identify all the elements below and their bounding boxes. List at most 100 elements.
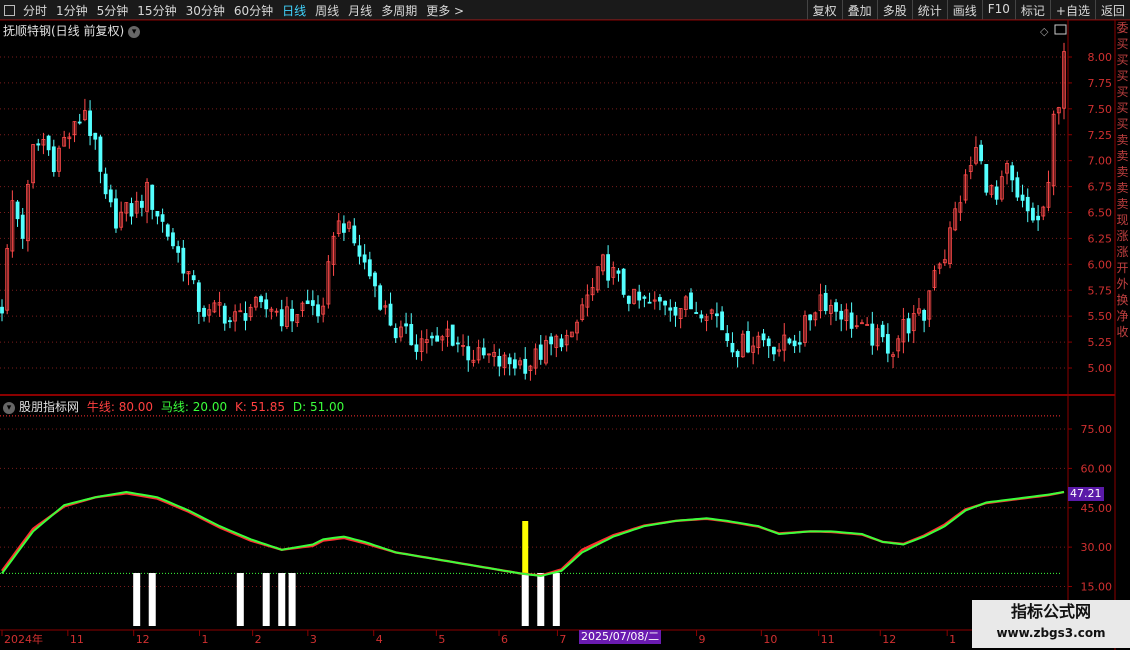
x-tick-label: 12 [882, 633, 896, 646]
candle-body [538, 344, 543, 360]
candle-body [222, 305, 227, 324]
candle-body [243, 313, 248, 321]
side-label: 买 [1116, 69, 1129, 83]
candle-body [393, 327, 398, 339]
candle-body [725, 333, 730, 342]
x-tick-label: 1 [949, 633, 956, 646]
candle-body [435, 335, 440, 342]
x-tick-label: 3 [310, 633, 317, 646]
candle-body [559, 338, 564, 348]
price-tick-label: 7.75 [1088, 77, 1113, 90]
candle-body [994, 186, 999, 200]
candle-body [497, 356, 502, 367]
x-tick-label: 4 [376, 633, 383, 646]
candle-body [839, 310, 844, 320]
candle-body [264, 299, 269, 310]
candle-body [378, 285, 383, 310]
x-tick-label: 2024年 [4, 632, 43, 646]
candle-body [51, 146, 56, 173]
candle-body [352, 225, 357, 244]
indicator-tick-label: 30.00 [1081, 541, 1113, 554]
side-label: 买 [1116, 37, 1129, 51]
candle-body [1031, 207, 1035, 221]
candle-body [922, 309, 927, 321]
candle-body [0, 306, 4, 314]
candle-body [663, 300, 668, 306]
price-tick-label: 8.00 [1088, 51, 1113, 64]
side-label: 买 [1116, 53, 1129, 67]
candle-body [668, 307, 673, 311]
candle-body [466, 346, 471, 361]
x-tick-label: 10 [763, 633, 777, 646]
crosshair-date-tag: 2025/07/08/二 [579, 630, 662, 644]
candle-body [362, 254, 367, 263]
signal-bar-white [552, 573, 560, 626]
candle-body [616, 270, 621, 274]
x-tick-label: 7 [559, 633, 566, 646]
candle-body [176, 246, 181, 253]
candle-body [228, 320, 232, 323]
side-label: 净 [1116, 309, 1129, 323]
k-value: K: 51.85 [234, 400, 286, 414]
candle-body [823, 292, 828, 311]
candle-body [404, 323, 408, 327]
horse-line-value: 马线: 20.00 [160, 400, 228, 414]
candle-body [621, 268, 626, 295]
side-label: 卖 [1116, 165, 1129, 179]
candle-body [191, 275, 196, 281]
candle-body [279, 309, 284, 327]
candle-body [93, 132, 98, 140]
diamond-icon: ◇ [1040, 25, 1049, 38]
x-tick-label: 5 [438, 633, 445, 646]
candle-body [455, 342, 460, 345]
quote-side-panel: 委买买买买买买卖卖卖卖卖现涨涨开外换净收 [1115, 20, 1130, 390]
price-tick-label: 7.00 [1088, 155, 1113, 168]
candle-body [694, 312, 699, 314]
indicator-tick-label: 75.00 [1081, 423, 1113, 436]
side-label: 收 [1116, 325, 1129, 339]
candle-body [979, 144, 984, 162]
candle-body [155, 211, 160, 217]
candle-body [20, 214, 25, 239]
candle-body [316, 304, 320, 317]
candle-body [797, 342, 802, 345]
candle-body [388, 303, 393, 326]
candle-body [409, 324, 414, 346]
candle-body [699, 314, 704, 319]
candle-body [36, 143, 41, 146]
side-label: 买 [1116, 85, 1129, 99]
candle-body [673, 306, 678, 316]
candle-body [160, 214, 165, 222]
candle-body [481, 347, 486, 356]
candle-body [637, 291, 642, 301]
price-tick-label: 5.50 [1088, 310, 1113, 323]
chevron-down-icon[interactable]: ▾ [3, 401, 15, 414]
candle-body [15, 201, 20, 220]
side-label: 委 [1116, 21, 1129, 35]
indicator-tick-label: 45.00 [1081, 502, 1113, 515]
candle-body [647, 301, 652, 304]
candle-body [103, 173, 108, 195]
candle-body [357, 245, 362, 257]
x-tick-label: 9 [699, 633, 706, 646]
candle-body [305, 300, 310, 305]
chart-area[interactable]: 5.00 5.25 5.50 5.75 6.00 6.25 6.50 6.75 7.00 7.25… [0, 0, 1130, 650]
x-tick-label: 2 [255, 633, 262, 646]
candle-body [1010, 165, 1015, 181]
candle-body [310, 300, 315, 306]
candle-body [165, 224, 170, 237]
candle-body [771, 346, 776, 355]
signal-bar-white [236, 573, 244, 626]
candle-body [373, 272, 377, 287]
candle-body [766, 338, 771, 347]
side-label: 买 [1116, 117, 1129, 131]
signal-bar-yellow [522, 521, 529, 573]
candle-body [129, 203, 134, 217]
candle-body [98, 136, 103, 172]
candle-body [689, 292, 693, 310]
candle-body [885, 334, 890, 354]
side-label: 开 [1116, 261, 1129, 275]
signal-bar-white [133, 573, 141, 626]
side-label: 换 [1116, 293, 1129, 307]
candle-body [414, 344, 419, 352]
